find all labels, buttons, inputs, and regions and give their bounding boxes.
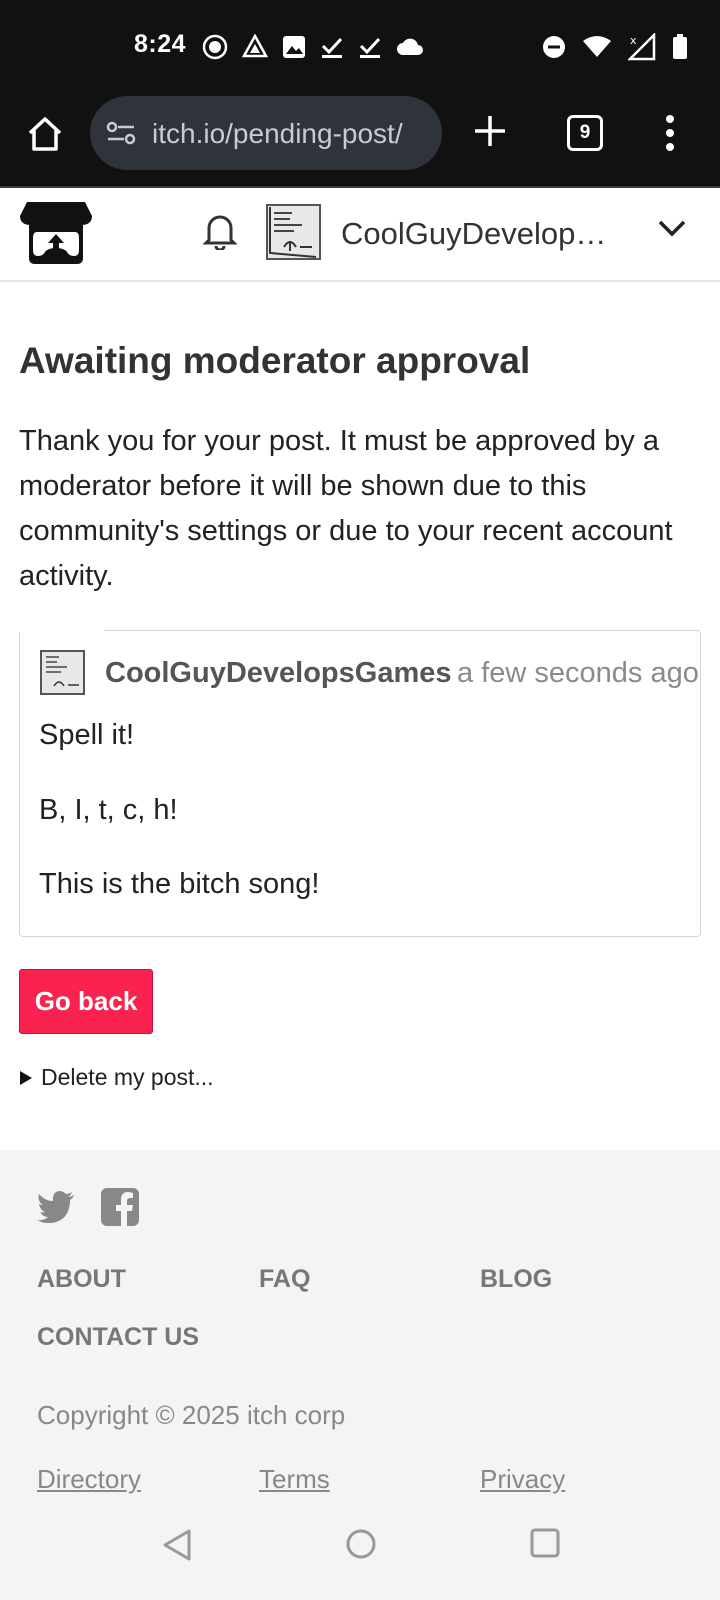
disclosure-triangle-icon [20, 1070, 32, 1085]
site-header: CoolGuyDevelops... [0, 188, 720, 282]
system-nav-bar [0, 1498, 720, 1600]
svg-text:x: x [630, 34, 637, 47]
site-settings-icon[interactable] [106, 120, 136, 146]
username-label[interactable]: CoolGuyDevelops... [341, 216, 611, 252]
tab-count: 9 [579, 122, 591, 143]
page-title: Awaiting moderator approval [19, 340, 531, 381]
footer-link-about[interactable]: ABOUT [37, 1265, 126, 1294]
image-icon [283, 36, 305, 58]
back-nav-icon[interactable] [161, 1528, 193, 1562]
go-back-button[interactable]: Go back [19, 969, 153, 1034]
drive-icon [242, 34, 268, 58]
post-tab-gap [20, 630, 104, 632]
status-bar: 8:24 x [0, 0, 720, 96]
pending-post: CoolGuyDevelopsGames a few seconds ago S… [19, 630, 701, 937]
page-description: Thank you for your post. It must be appr… [19, 425, 673, 592]
recents-nav-icon[interactable] [530, 1528, 560, 1558]
do-not-disturb-icon [543, 36, 565, 58]
copyright-text: Copyright © 2025 itch corp [37, 1400, 346, 1430]
avatar[interactable] [264, 203, 322, 261]
itch-logo-icon[interactable] [19, 200, 93, 266]
record-icon [202, 34, 228, 60]
url-bar[interactable]: itch.io/pending-post/ [90, 96, 442, 170]
home-nav-icon[interactable] [345, 1528, 377, 1560]
battery-icon [673, 34, 687, 59]
facebook-icon[interactable] [101, 1188, 139, 1226]
footer-link-terms[interactable]: Terms [259, 1464, 330, 1495]
delete-post-label: Delete my post... [41, 1064, 214, 1090]
post-timestamp: a few seconds ago [457, 657, 699, 689]
chevron-down-icon[interactable] [657, 218, 687, 238]
post-author[interactable]: CoolGuyDevelopsGames [105, 657, 452, 690]
footer-link-faq[interactable]: FAQ [259, 1265, 310, 1294]
status-time: 8:24 [134, 30, 187, 58]
post-line: Spell it! [39, 719, 135, 751]
post-author-avatar[interactable] [39, 649, 86, 696]
main-content: Awaiting moderator approval Thank you fo… [0, 282, 720, 1150]
more-options-icon[interactable] [664, 114, 676, 152]
new-tab-icon[interactable] [472, 113, 508, 149]
post-line: This is the bitch song! [39, 868, 320, 900]
delete-post-toggle[interactable]: Delete my post... [19, 1064, 214, 1091]
footer-link-blog[interactable]: BLOG [480, 1265, 552, 1294]
footer-link-contact[interactable]: CONTACT US [37, 1323, 199, 1352]
post-line: B, I, t, c, h! [39, 794, 178, 826]
tab-switcher-button[interactable]: 9 [567, 115, 603, 151]
footer-link-privacy[interactable]: Privacy [480, 1464, 565, 1495]
footer-link-directory[interactable]: Directory [37, 1464, 141, 1495]
site-footer: ABOUT FAQ BLOG CONTACT US Copyright © 20… [0, 1150, 720, 1498]
check-icon [321, 37, 343, 58]
check-icon [359, 37, 381, 58]
url-text[interactable]: itch.io/pending-post/ [152, 118, 432, 150]
cloud-icon [397, 38, 423, 55]
signal-icon: x [628, 33, 656, 61]
twitter-icon[interactable] [37, 1191, 75, 1223]
wifi-icon [583, 36, 611, 57]
browser-toolbar: itch.io/pending-post/ 9 [0, 96, 720, 188]
notification-bell-icon[interactable] [202, 210, 238, 250]
home-icon[interactable] [25, 114, 65, 154]
